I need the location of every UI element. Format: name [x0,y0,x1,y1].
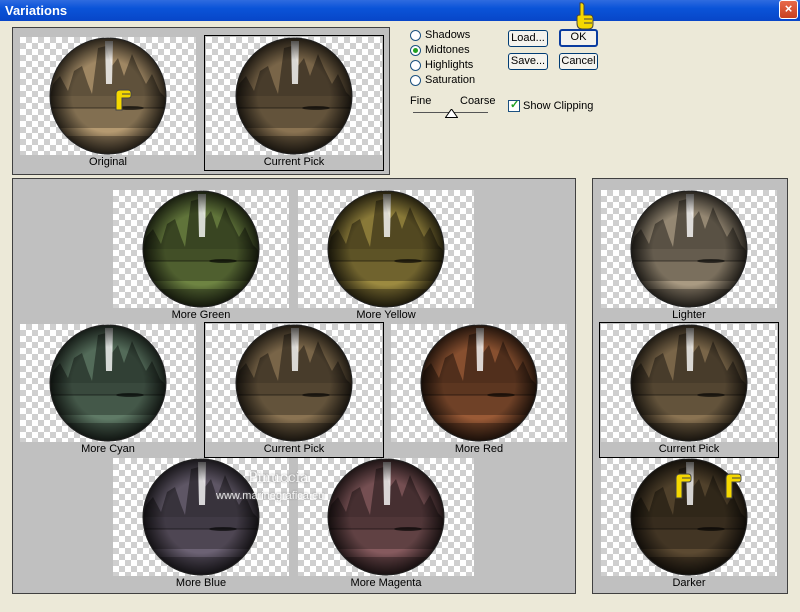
thumb-lighter[interactable]: Lighter [601,190,777,321]
ok-button[interactable]: OK [559,29,598,47]
thumb-original: Original [20,37,196,168]
radio-shadows-label: Shadows [425,29,471,41]
thumb-darker-label: Darker [672,577,706,589]
thumb-more-cyan[interactable]: More Cyan [20,324,196,455]
load-button[interactable]: Load... [508,30,548,47]
window-title: Variations [5,3,68,18]
fine-coarse-slider-thumb[interactable] [445,109,458,118]
thumb-more-red-label: More Red [454,443,504,455]
slider-fine-label: Fine [410,95,432,107]
title-bar: Variations × [0,0,800,21]
thumb-current-pick-color[interactable]: Current Pick [204,322,384,458]
radio-saturation-label: Saturation [425,74,476,86]
save-button[interactable]: Save... [508,53,548,70]
thumb-more-yellow-label: More Yellow [356,309,416,321]
pointing-hand-icon-ok [576,2,594,30]
thumb-more-red[interactable]: More Red [391,324,567,455]
thumb-more-yellow[interactable]: More Yellow [298,190,474,321]
watermark-name: Pinuccia [248,470,309,486]
show-clipping-label: Show Clipping [523,100,594,112]
thumb-current-pick-color-label: Current Pick [263,443,325,455]
close-button[interactable]: × [779,0,798,19]
thumb-current-pick-light-label: Current Pick [658,443,720,455]
pointing-hand-icon-darker-right [725,473,742,499]
close-icon: × [784,1,793,16]
radio-shadows-button[interactable] [410,30,421,41]
radio-highlights-button[interactable] [410,60,421,71]
watermark-url: www.marinegrafica.eu [216,490,325,502]
radio-midtones-label: Midtones [425,44,470,56]
show-clipping-checkbox[interactable]: ✓ [508,99,520,112]
radio-saturation-button[interactable] [410,75,421,86]
thumb-current-pick-top-label: Current Pick [263,156,325,168]
radio-midtones-button[interactable] [410,45,421,56]
cancel-button[interactable]: Cancel [559,53,598,70]
thumb-original-label: Original [89,156,127,168]
thumb-lighter-label: Lighter [672,309,706,321]
radio-highlights-label: Highlights [425,59,474,71]
thumb-more-blue-label: More Blue [175,577,227,589]
thumb-more-green[interactable]: More Green [113,190,289,321]
slider-coarse-label: Coarse [460,95,496,107]
thumb-current-pick-light[interactable]: Current Pick [599,322,779,458]
thumb-more-magenta-label: More Magenta [350,577,422,589]
thumb-more-green-label: More Green [171,309,231,321]
thumb-current-pick-top: Current Pick [204,35,384,171]
thumb-more-cyan-label: More Cyan [81,443,135,455]
thumb-more-magenta[interactable]: More Magenta [298,458,474,589]
check-icon: ✓ [510,99,520,111]
pointing-hand-icon-original [115,89,132,111]
pointing-hand-icon-darker-left [675,473,692,499]
